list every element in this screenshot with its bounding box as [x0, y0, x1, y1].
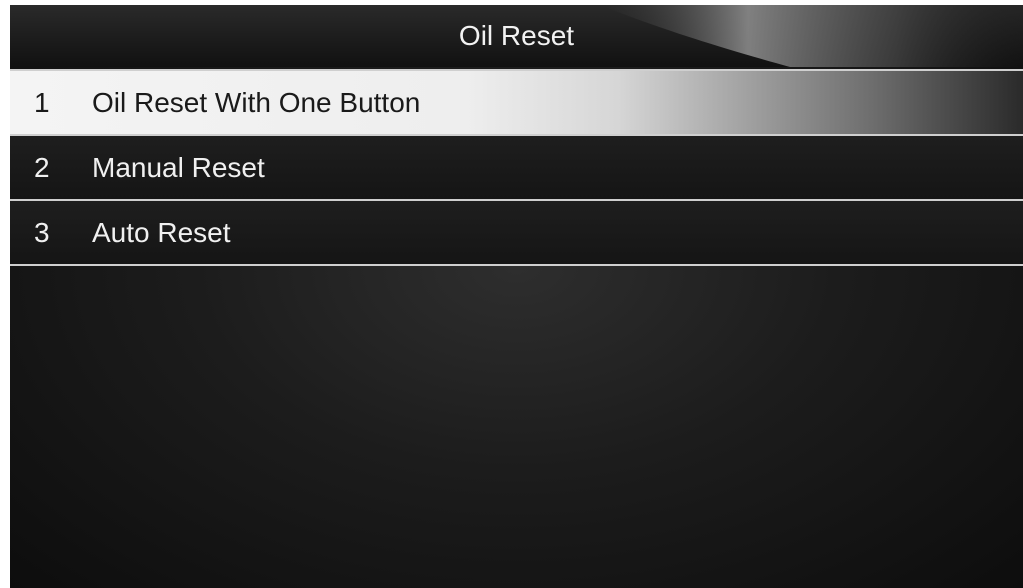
page-title: Oil Reset [458, 20, 575, 51]
menu-item-oil-reset-with-one-button[interactable]: 1 Oil Reset With One Button [10, 69, 1023, 136]
menu-item-label: Auto Reset [92, 216, 231, 248]
menu-item-auto-reset[interactable]: 3 Auto Reset [10, 201, 1023, 266]
title-bar: Oil Reset [10, 5, 1023, 67]
menu-list: 1 Oil Reset With One Button 2 Manual Res… [10, 69, 1023, 266]
menu-item-manual-reset[interactable]: 2 Manual Reset [10, 136, 1023, 201]
device-screen: Oil Reset 1 Oil Reset With One Button 2 … [10, 5, 1023, 588]
menu-item-number: 2 [34, 151, 50, 183]
menu-item-label: Oil Reset With One Button [92, 86, 421, 118]
menu-item-number: 3 [34, 216, 50, 248]
menu-item-label: Manual Reset [92, 151, 265, 183]
menu-item-number: 1 [34, 86, 50, 118]
